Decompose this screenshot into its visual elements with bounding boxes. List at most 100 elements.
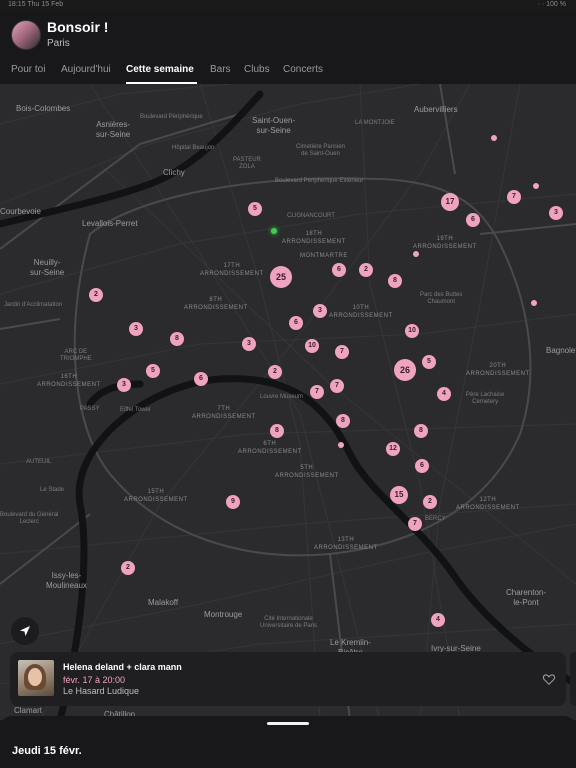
- event-cluster-pin[interactable]: 3: [242, 337, 256, 351]
- arrondissement-label: MONTMARTRE: [300, 253, 348, 259]
- landmark-label: AUTEUIL: [26, 459, 52, 465]
- event-cluster-pin[interactable]: 5: [146, 364, 160, 378]
- landmark-label: Boulevard Périphérique Extérieur: [275, 178, 364, 184]
- event-cluster-pin[interactable]: 25: [270, 266, 292, 288]
- event-cluster-pin[interactable]: 7: [310, 385, 324, 399]
- event-cluster-pin[interactable]: 8: [270, 424, 284, 438]
- place-label: Issy-les- Moulineaux: [46, 571, 87, 590]
- event-dot[interactable]: [491, 135, 497, 141]
- event-cluster-pin[interactable]: 3: [549, 206, 563, 220]
- event-cluster-pin[interactable]: 2: [268, 365, 282, 379]
- event-venue: Le Hasard Ludique: [63, 686, 140, 696]
- event-cluster-pin[interactable]: 15: [390, 486, 408, 504]
- tab-pour-toi[interactable]: Pour toi: [11, 64, 45, 75]
- event-cluster-pin[interactable]: 7: [335, 345, 349, 359]
- event-cluster-pin[interactable]: 12: [386, 442, 400, 456]
- event-cluster-pin[interactable]: 6: [466, 213, 480, 227]
- event-cluster-pin[interactable]: 8: [336, 414, 350, 428]
- header: Bonsoir ! Paris Pour toi Aujourd'hui Cet…: [0, 10, 576, 84]
- map-view[interactable]: Bois-Colombes Asnières- sur-Seine Saint-…: [0, 84, 576, 720]
- arrondissement-label: 17TH ARRONDISSEMENT: [200, 263, 264, 277]
- tab-cette-semaine[interactable]: Cette semaine: [126, 64, 194, 75]
- place-label: Clamart: [14, 706, 43, 715]
- heart-icon[interactable]: [542, 672, 556, 686]
- event-cluster-pin[interactable]: 26: [394, 359, 416, 381]
- locate-arrow-icon: [20, 626, 30, 636]
- event-cluster-pin[interactable]: 17: [441, 193, 459, 211]
- city-label[interactable]: Paris: [47, 38, 70, 49]
- event-cluster-pin[interactable]: 4: [437, 387, 451, 401]
- locate-me-button[interactable]: [11, 617, 39, 645]
- arrondissement-label: 19TH ARRONDISSEMENT: [413, 236, 477, 250]
- event-dot[interactable]: [533, 183, 539, 189]
- landmark-label: BERCY: [425, 516, 446, 522]
- event-cluster-pin[interactable]: 2: [89, 288, 103, 302]
- place-label: Bagnolet: [546, 346, 576, 355]
- event-cluster-pin[interactable]: 10: [405, 324, 419, 338]
- sheet-date-heading: Jeudi 15 févr.: [12, 745, 82, 757]
- status-right: · · 100 %: [537, 1, 566, 8]
- tab-aujourdhui[interactable]: Aujourd'hui: [61, 64, 111, 75]
- event-cluster-pin[interactable]: 3: [117, 378, 131, 392]
- event-cluster-pin[interactable]: 8: [388, 274, 402, 288]
- tab-bars[interactable]: Bars: [210, 64, 231, 75]
- event-cluster-pin[interactable]: 7: [330, 379, 344, 393]
- arrondissement-label: 20TH ARRONDISSEMENT: [466, 363, 530, 377]
- next-event-card-peek[interactable]: [570, 652, 576, 706]
- tab-bar: Pour toi Aujourd'hui Cette semaine Bars …: [0, 62, 576, 84]
- landmark-label: Boulevard Périphérique: [140, 114, 203, 120]
- event-cluster-pin[interactable]: 4: [431, 613, 445, 627]
- arrondissement-label: 18TH ARRONDISSEMENT: [282, 231, 346, 245]
- event-title: Helena deland + clara mann: [63, 662, 182, 672]
- event-cluster-pin[interactable]: 7: [507, 190, 521, 204]
- sheet-drag-handle[interactable]: [267, 722, 309, 725]
- event-cluster-pin[interactable]: 2: [359, 263, 373, 277]
- event-dot[interactable]: [338, 442, 344, 448]
- place-label: Neuilly- sur-Seine: [30, 258, 65, 277]
- landmark-label: Jardin d'Acclimatation: [4, 302, 63, 308]
- event-cluster-pin[interactable]: 6: [194, 372, 208, 386]
- event-cluster-pin[interactable]: 8: [170, 332, 184, 346]
- place-label: Saint-Ouen- sur-Seine: [252, 116, 296, 135]
- event-cluster-pin[interactable]: 8: [414, 424, 428, 438]
- event-dot[interactable]: [413, 251, 419, 257]
- landmark-label: ARC DE TRIOMPHE: [60, 349, 92, 362]
- arrondissement-label: 6TH ARRONDISSEMENT: [238, 441, 302, 455]
- status-time: 18:15 Thu 15 Feb: [8, 1, 64, 8]
- arrondissement-label: 8TH ARRONDISSEMENT: [184, 297, 248, 311]
- place-label: Malakoff: [148, 598, 179, 607]
- event-cluster-pin[interactable]: 6: [332, 263, 346, 277]
- profile-avatar[interactable]: [11, 20, 41, 50]
- bottom-sheet[interactable]: Jeudi 15 févr.: [0, 716, 576, 768]
- landmark-label: Louvre Museum: [260, 394, 304, 400]
- landmark-label: Père Lachaise Cemetery: [466, 392, 505, 405]
- arrondissement-label: 12TH ARRONDISSEMENT: [456, 497, 520, 511]
- event-cluster-pin[interactable]: 3: [313, 304, 327, 318]
- place-label: Clichy: [163, 168, 185, 177]
- status-bar: 18:15 Thu 15 Feb · · 100 %: [0, 0, 576, 10]
- event-cluster-pin[interactable]: 10: [305, 339, 319, 353]
- greeting-title: Bonsoir !: [47, 19, 109, 35]
- landmark-label: Cité Internationale Universitaire de Par…: [260, 616, 318, 629]
- event-thumbnail: [18, 660, 54, 696]
- event-cluster-pin[interactable]: 2: [423, 495, 437, 509]
- event-cluster-pin[interactable]: 5: [248, 202, 262, 216]
- arrondissement-label: 7TH ARRONDISSEMENT: [192, 406, 256, 420]
- tab-concerts[interactable]: Concerts: [283, 64, 323, 75]
- event-cluster-pin[interactable]: 5: [422, 355, 436, 369]
- event-cluster-pin[interactable]: 2: [121, 561, 135, 575]
- event-card[interactable]: Helena deland + clara mann févr. 17 à 20…: [10, 652, 566, 706]
- place-label: Asnières- sur-Seine: [96, 120, 131, 139]
- event-cluster-pin[interactable]: 6: [415, 459, 429, 473]
- event-cluster-pin[interactable]: 3: [129, 322, 143, 336]
- place-label: Aubervilliers: [414, 105, 458, 114]
- place-label: Montrouge: [204, 610, 243, 619]
- landmark-label: LA MONTJOIE: [355, 120, 395, 126]
- event-cluster-pin[interactable]: 6: [289, 316, 303, 330]
- place-label: Bois-Colombes: [16, 104, 71, 113]
- tab-clubs[interactable]: Clubs: [244, 64, 270, 75]
- event-dot[interactable]: [531, 300, 537, 306]
- arrondissement-label: 10TH ARRONDISSEMENT: [329, 305, 393, 319]
- event-cluster-pin[interactable]: 7: [408, 517, 422, 531]
- event-cluster-pin[interactable]: 9: [226, 495, 240, 509]
